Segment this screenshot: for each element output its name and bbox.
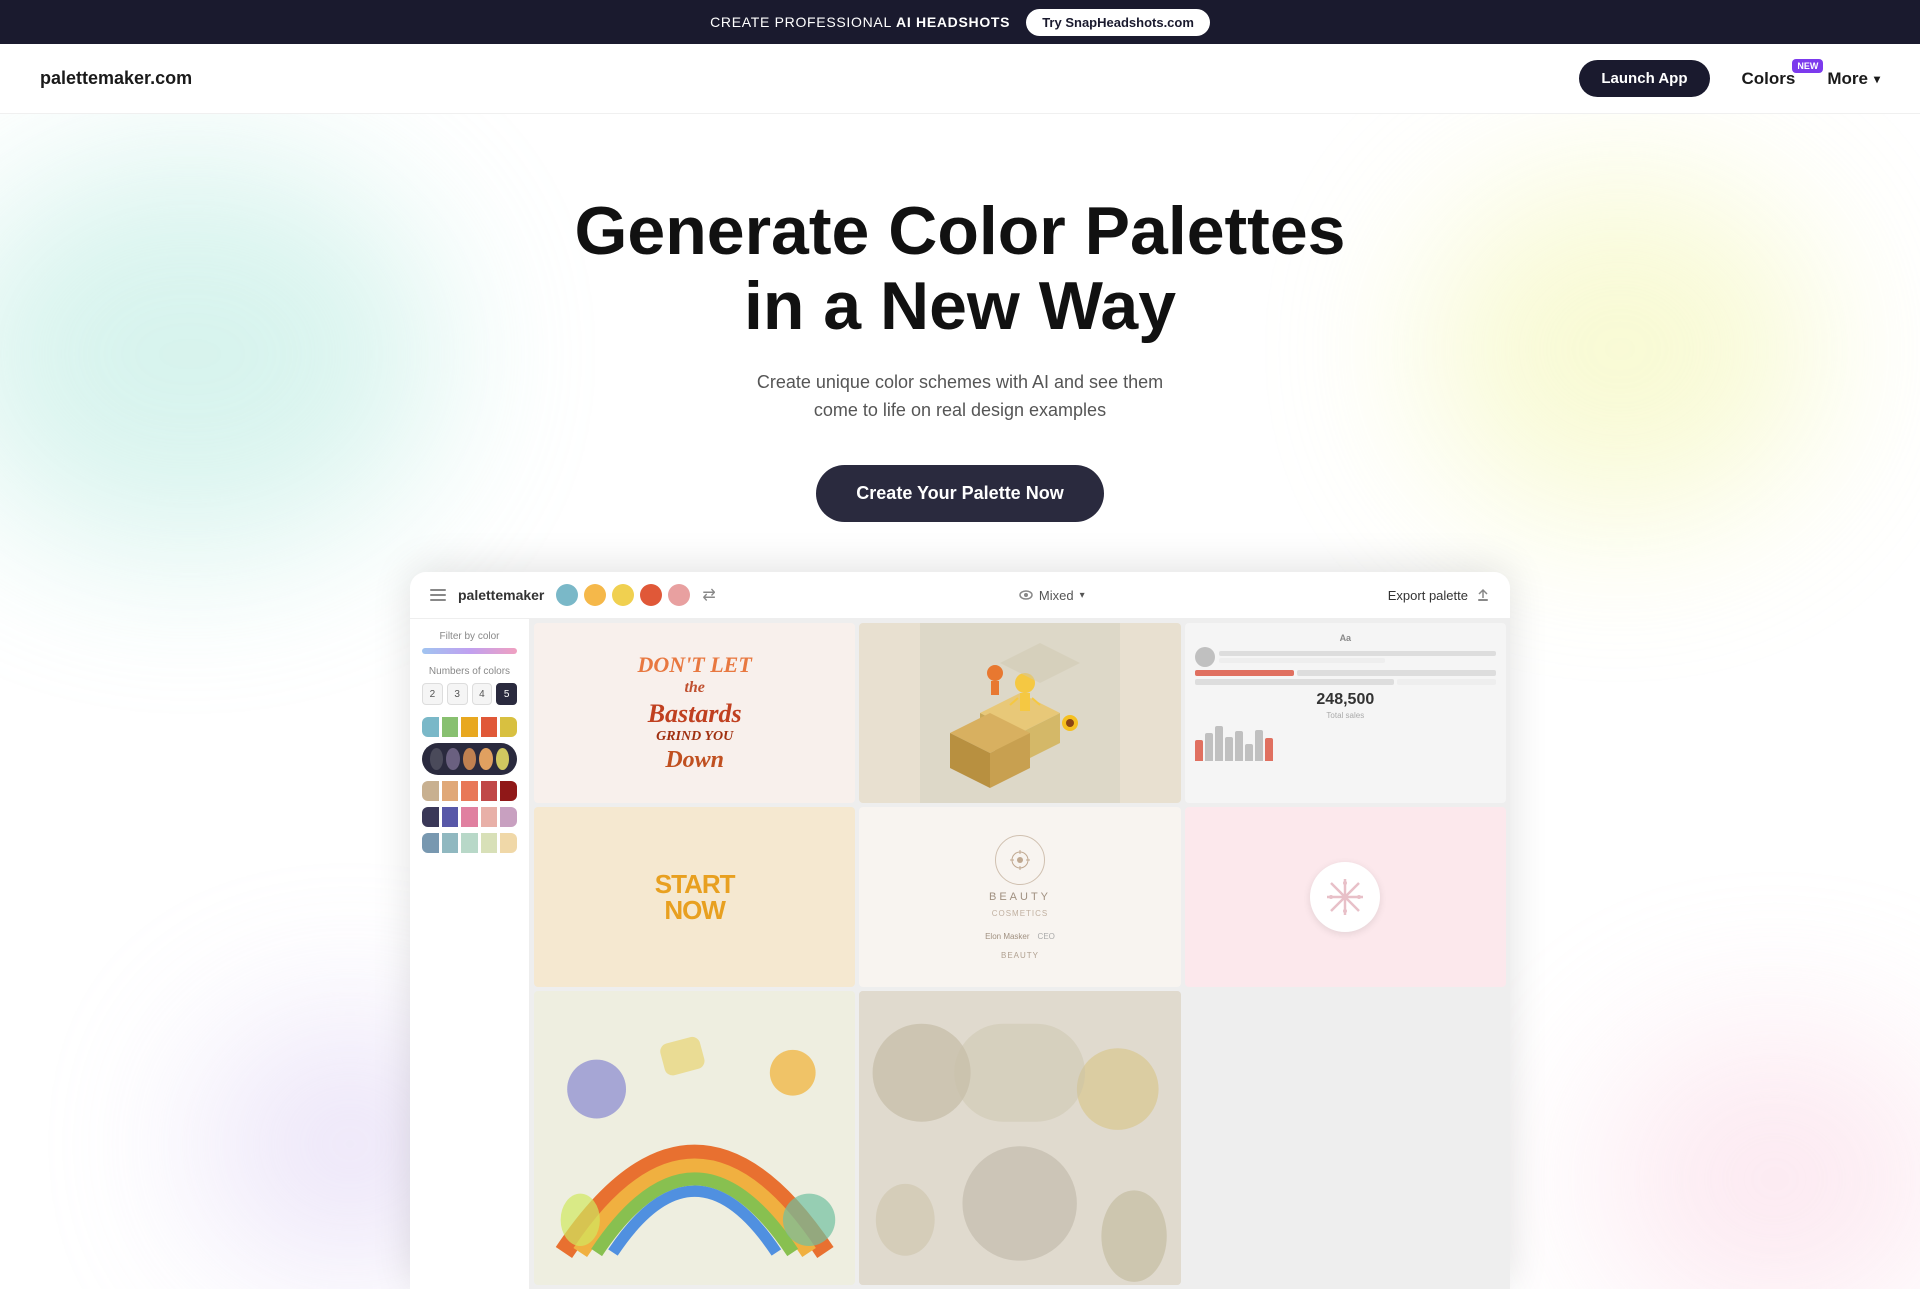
top-banner: CREATE PROFESSIONAL AI HEADSHOTS Try Sna… bbox=[0, 0, 1920, 44]
hero-title: Generate Color Palettes in a New Way bbox=[20, 194, 1900, 344]
app-sidebar: Filter by color Numbers of colors 2 3 4 … bbox=[410, 619, 530, 1289]
palette-color bbox=[461, 807, 478, 827]
palette-color bbox=[442, 781, 459, 801]
color-dot-3 bbox=[612, 584, 634, 606]
more-nav-label: More bbox=[1827, 69, 1868, 89]
preview-card-isometric bbox=[859, 623, 1180, 803]
chevron-down-icon: ▾ bbox=[1874, 72, 1880, 86]
palette-color bbox=[481, 807, 498, 827]
hero-subtitle: Create unique color schemes with AI and … bbox=[20, 368, 1900, 426]
eye-icon bbox=[1019, 588, 1033, 602]
banner-text: CREATE PROFESSIONAL AI HEADSHOTS bbox=[710, 14, 1010, 30]
beauty-brand-name: BEAUTY bbox=[989, 891, 1051, 903]
beauty-logo-svg bbox=[1006, 846, 1034, 874]
palette-color bbox=[461, 717, 478, 737]
num-btn-3[interactable]: 3 bbox=[447, 683, 468, 705]
preview-card-poster: START NOW bbox=[534, 807, 855, 987]
palette-row-5[interactable] bbox=[422, 833, 517, 853]
app-topbar: palettemaker ⇄ bbox=[410, 572, 1510, 619]
app-inner: palettemaker ⇄ bbox=[410, 572, 1510, 1289]
app-logo-label: palettemaker bbox=[458, 587, 544, 603]
palette-row-3[interactable] bbox=[422, 781, 517, 801]
shuffle-icon[interactable]: ⇄ bbox=[702, 585, 715, 605]
palette-color bbox=[481, 781, 498, 801]
selected-color bbox=[430, 748, 443, 770]
palette-row-4[interactable] bbox=[422, 807, 517, 827]
palette-color bbox=[442, 833, 459, 853]
beauty-logo-circle bbox=[995, 835, 1045, 885]
preview-card-snowflake bbox=[1185, 807, 1506, 987]
num-btn-4[interactable]: 4 bbox=[472, 683, 493, 705]
color-dot-1 bbox=[556, 584, 578, 606]
selected-color bbox=[463, 748, 476, 770]
filter-label: Filter by color bbox=[422, 631, 517, 642]
palette-color bbox=[422, 833, 439, 853]
color-filter-bar[interactable] bbox=[422, 648, 517, 654]
rainbow-svg bbox=[534, 991, 855, 1285]
upload-icon bbox=[1476, 588, 1490, 602]
snowflake-svg bbox=[1323, 875, 1367, 919]
palette-color bbox=[500, 781, 517, 801]
preview-card-abstract bbox=[859, 991, 1180, 1285]
beauty-tagline: COSMETICS bbox=[992, 909, 1049, 918]
app-topbar-mid: Mixed ▾ bbox=[1019, 588, 1085, 603]
site-logo[interactable]: palettemaker.com bbox=[40, 68, 192, 89]
selected-palette[interactable] bbox=[422, 743, 517, 775]
preview-card-rainbow bbox=[534, 991, 855, 1285]
export-palette-button[interactable]: Export palette bbox=[1388, 588, 1468, 603]
nav-right: Launch App Colors NEW More ▾ bbox=[1579, 60, 1880, 97]
hero-section: Generate Color Palettes in a New Way Cre… bbox=[0, 114, 1920, 1289]
palette-color bbox=[442, 807, 459, 827]
abstract-svg bbox=[859, 991, 1180, 1285]
hero-content: Generate Color Palettes in a New Way Cre… bbox=[20, 194, 1900, 1289]
selected-color bbox=[446, 748, 459, 770]
launch-app-button[interactable]: Launch App bbox=[1579, 60, 1709, 97]
palette-color bbox=[481, 717, 498, 737]
palette-row-1[interactable] bbox=[422, 717, 517, 737]
dropdown-arrow: ▾ bbox=[1080, 590, 1085, 601]
palette-dots bbox=[556, 584, 690, 606]
palette-color bbox=[461, 781, 478, 801]
color-dot-2 bbox=[584, 584, 606, 606]
palette-color bbox=[500, 807, 517, 827]
menu-icon bbox=[430, 589, 446, 601]
colors-nav-item[interactable]: Colors NEW bbox=[1742, 69, 1796, 89]
number-buttons: 2 3 4 5 bbox=[422, 683, 517, 705]
banner-cta-button[interactable]: Try SnapHeadshots.com bbox=[1026, 9, 1210, 36]
color-dot-4 bbox=[640, 584, 662, 606]
color-dot-5 bbox=[668, 584, 690, 606]
hero-cta-button[interactable]: Create Your Palette Now bbox=[816, 465, 1103, 522]
numbers-label: Numbers of colors bbox=[422, 666, 517, 677]
colors-nav-badge: NEW bbox=[1792, 59, 1823, 73]
app-main-grid: DON'T LET the Bastards GRIND YOU Down bbox=[530, 619, 1510, 1289]
palette-color bbox=[422, 807, 439, 827]
selected-color bbox=[496, 748, 509, 770]
palette-color bbox=[442, 717, 459, 737]
palette-color bbox=[500, 833, 517, 853]
palette-color bbox=[481, 833, 498, 853]
navbar: palettemaker.com Launch App Colors NEW M… bbox=[0, 44, 1920, 114]
colors-nav-label: Colors bbox=[1742, 69, 1796, 88]
preview-card-typography: DON'T LET the Bastards GRIND YOU Down bbox=[534, 623, 855, 803]
preview-card-beauty: BEAUTY COSMETICS Elon Masker CEO BEAUTY bbox=[859, 807, 1180, 987]
palette-color bbox=[422, 717, 439, 737]
app-body: Filter by color Numbers of colors 2 3 4 … bbox=[410, 619, 1510, 1289]
isometric-svg bbox=[920, 623, 1120, 803]
palette-color bbox=[461, 833, 478, 853]
num-btn-5[interactable]: 5 bbox=[496, 683, 517, 705]
palette-color bbox=[422, 781, 439, 801]
selected-color bbox=[479, 748, 492, 770]
palette-color bbox=[500, 717, 517, 737]
preview-card-ui: Aa bbox=[1185, 623, 1506, 803]
app-preview: palettemaker ⇄ bbox=[410, 572, 1510, 1289]
num-btn-2[interactable]: 2 bbox=[422, 683, 443, 705]
app-topbar-right: Export palette bbox=[1388, 588, 1490, 603]
more-nav-item[interactable]: More ▾ bbox=[1827, 69, 1880, 89]
mixed-button[interactable]: Mixed bbox=[1039, 588, 1074, 603]
app-topbar-left: palettemaker ⇄ bbox=[430, 584, 716, 606]
